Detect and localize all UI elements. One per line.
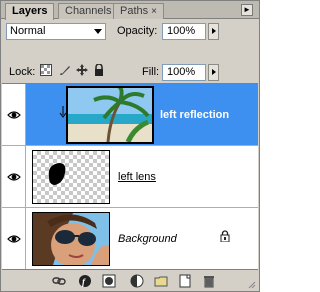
tab-bar: Layers Channels Paths × ►	[1, 1, 259, 20]
opacity-slider-button[interactable]	[208, 23, 219, 40]
chevron-down-icon	[94, 29, 102, 34]
visibility-toggle[interactable]	[2, 84, 26, 145]
eye-icon	[7, 173, 21, 181]
layer-name-left-reflection[interactable]: left reflection	[160, 109, 229, 121]
new-layer-icon[interactable]	[178, 274, 192, 288]
link-layers-icon[interactable]	[52, 274, 66, 288]
blend-mode-value: Normal	[10, 25, 46, 37]
lock-all-icon[interactable]	[93, 64, 105, 76]
layer-row-background[interactable]: Background	[2, 208, 258, 270]
visibility-toggle[interactable]	[2, 146, 26, 207]
tab-layers-label: Layers	[12, 5, 48, 17]
tab-layers[interactable]: Layers	[5, 3, 55, 20]
layer-style-icon[interactable]: f	[78, 274, 92, 288]
eye-icon	[7, 111, 21, 119]
layers-toolbar: f	[2, 269, 258, 291]
lock-icon	[220, 230, 230, 242]
layer-name-background[interactable]: Background	[118, 233, 177, 245]
opacity-label: Opacity:	[117, 25, 158, 37]
visibility-toggle[interactable]	[2, 208, 26, 269]
layer-thumbnail[interactable]	[32, 212, 110, 267]
delete-layer-icon[interactable]	[202, 274, 216, 288]
tab-channels[interactable]: Channels	[58, 3, 119, 19]
close-icon[interactable]: ×	[151, 6, 157, 17]
opacity-value: 100%	[167, 25, 196, 37]
lock-position-icon[interactable]	[76, 64, 88, 76]
layer-thumbnail[interactable]	[66, 84, 154, 144]
lens-shape-thumbnail	[48, 163, 66, 185]
opacity-input[interactable]: 100%	[162, 23, 206, 40]
layers-panel: Layers Channels Paths × ► Normal Opacity:…	[0, 0, 260, 292]
panel-menu-button[interactable]: ►	[241, 4, 253, 16]
adjustment-layer-icon[interactable]	[130, 274, 144, 288]
panel-menu-arrow-icon: ►	[243, 5, 251, 14]
fill-slider-button[interactable]	[208, 64, 219, 81]
tab-paths-label: Paths	[120, 5, 149, 17]
layer-row-left-lens[interactable]: left lens	[2, 146, 258, 208]
lock-image-pixels-icon[interactable]	[59, 64, 71, 76]
layer-thumbnail[interactable]	[32, 150, 110, 204]
lock-label: Lock:	[9, 66, 36, 78]
lock-transparency-icon[interactable]	[40, 64, 52, 76]
fill-input[interactable]: 100%	[162, 64, 206, 81]
woman-sunglasses-thumbnail	[33, 213, 109, 267]
beach-thumbnail-image	[68, 84, 152, 144]
eye-icon	[7, 235, 21, 243]
fill-label: Fill:	[142, 66, 160, 78]
layer-row-left-reflection[interactable]: left reflection	[2, 84, 258, 146]
blend-mode-select[interactable]: Normal	[6, 23, 106, 40]
layers-list: left reflection left lens Background	[2, 83, 258, 270]
layer-mask-icon[interactable]	[102, 274, 116, 288]
tab-paths[interactable]: Paths ×	[113, 3, 164, 19]
resize-grip-icon[interactable]	[248, 281, 256, 289]
new-group-icon[interactable]	[154, 274, 168, 288]
tab-channels-label: Channels	[65, 5, 112, 17]
fill-value: 100%	[167, 66, 196, 78]
layer-name-left-lens[interactable]: left lens	[118, 171, 156, 183]
